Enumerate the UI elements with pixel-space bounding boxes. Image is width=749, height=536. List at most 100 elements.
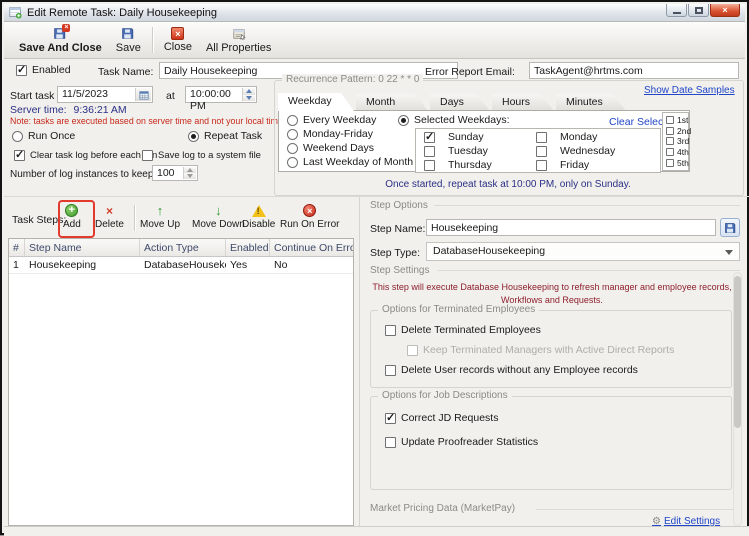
save-and-close-button[interactable]: × Save And Close	[12, 25, 109, 56]
toolbar-separator	[152, 27, 153, 53]
panel-divider	[359, 197, 360, 526]
delete-step-button[interactable]: × Delete	[95, 204, 124, 230]
checkbox-icon	[424, 132, 435, 143]
maximize-button[interactable]	[688, 4, 709, 17]
last-weekday-label: Last Weekday of Month	[303, 156, 413, 168]
down-arrow-icon	[246, 96, 252, 100]
ordinal-4th-checkbox[interactable]: 4th	[666, 147, 688, 157]
close-label: Close	[164, 41, 192, 53]
calendar-icon	[139, 90, 149, 100]
minimize-button[interactable]	[666, 4, 687, 17]
save-step-button[interactable]	[720, 218, 740, 237]
close-red-icon: ×	[171, 27, 184, 40]
checkbox-icon	[536, 160, 547, 171]
disable-step-button[interactable]: Disable	[242, 204, 275, 230]
close-button[interactable]: × Close	[157, 25, 199, 55]
run-on-error-icon: ×	[303, 204, 316, 217]
ordinal-5th-checkbox[interactable]: 5th	[666, 158, 688, 168]
cell-action-type: DatabaseHousekeepir	[140, 257, 226, 273]
header-action-type[interactable]: Action Type	[140, 239, 226, 256]
window-title: Edit Remote Task: Daily Housekeeping	[27, 7, 217, 19]
weekend-days-radio[interactable]: Weekend Days	[287, 142, 374, 154]
log-instances-input[interactable]: 100	[152, 165, 198, 181]
keep-terminated-managers-label: Keep Terminated Managers with Active Dir…	[423, 344, 674, 356]
run-on-error-button[interactable]: × Run On Error	[280, 204, 339, 230]
step-type-label: Step Type:	[370, 247, 420, 259]
ordinal-1st-checkbox[interactable]: 1st	[666, 115, 688, 125]
header-step-name[interactable]: Step Name	[25, 239, 140, 256]
start-date-input[interactable]: 11/5/2023	[57, 86, 153, 103]
weekday-sunday-checkbox[interactable]: Sunday	[424, 131, 484, 143]
main-toolbar: × Save And Close Save × Close All Proper…	[4, 22, 745, 59]
checkbox-icon	[16, 65, 27, 76]
save-log-checkbox[interactable]: Save log to a system file	[142, 150, 261, 161]
delete-icon: ×	[106, 204, 113, 218]
weekday-friday-checkbox[interactable]: Friday	[536, 159, 589, 171]
radio-icon	[287, 157, 298, 168]
all-properties-button[interactable]: All Properties	[199, 25, 278, 56]
move-up-icon: ↑	[157, 204, 164, 217]
header-enabled[interactable]: Enabled	[226, 239, 270, 256]
at-label: at	[166, 90, 175, 102]
ordinal-2nd-checkbox[interactable]: 2nd	[666, 126, 688, 136]
save-icon	[121, 27, 135, 41]
step-name-input[interactable]	[426, 219, 716, 236]
scrollbar-thumb[interactable]	[734, 276, 741, 428]
every-weekday-label: Every Weekday	[303, 114, 376, 126]
show-date-samples-link[interactable]: Show Date Samples	[644, 85, 735, 96]
clear-log-checkbox[interactable]: Clear task log before each run	[14, 150, 157, 161]
start-time-input[interactable]: 10:00:00 PM	[185, 86, 257, 103]
save-label: Save	[116, 42, 141, 54]
correct-jd-requests-checkbox[interactable]: Correct JD Requests	[385, 412, 498, 424]
monday-friday-radio[interactable]: Monday-Friday	[287, 128, 373, 140]
terminated-group-label: Options for Terminated Employees	[378, 304, 539, 315]
delete-terminated-checkbox[interactable]: Delete Terminated Employees	[385, 324, 541, 336]
save-and-close-icon: ×	[53, 27, 67, 41]
step-type-value: DatabaseHousekeeping	[433, 245, 545, 257]
table-row[interactable]: 1 Housekeeping DatabaseHousekeepir Yes N…	[9, 257, 353, 274]
weekday-tab-panel: Every Weekday Monday-Friday Weekend Days…	[278, 110, 690, 172]
move-up-button[interactable]: ↑ Move Up	[140, 204, 180, 230]
calendar-button[interactable]	[135, 88, 151, 101]
last-weekday-radio[interactable]: Last Weekday of Month	[287, 156, 413, 168]
ordinal-3rd-checkbox[interactable]: 3rd	[666, 136, 688, 146]
header-number[interactable]: #	[9, 239, 25, 256]
checkbox-icon	[142, 150, 153, 161]
header-continue-on-error[interactable]: Continue On Error	[270, 239, 353, 256]
ordinal-4th-label: 4th	[677, 147, 689, 157]
step-type-dropdown[interactable]: DatabaseHousekeeping	[426, 242, 740, 261]
save-log-label: Save log to a system file	[158, 150, 261, 161]
market-pricing-group-line	[536, 509, 740, 510]
enabled-checkbox[interactable]: Enabled	[16, 64, 71, 76]
every-weekday-radio[interactable]: Every Weekday	[287, 114, 376, 126]
weekday-wednesday-checkbox[interactable]: Wednesday	[536, 145, 615, 157]
recurrence-group-label: Recurrence Pattern: 0 22 * * 0	[282, 74, 423, 85]
weekday-thursday-checkbox[interactable]: Thursday	[424, 159, 492, 171]
error-email-input[interactable]	[529, 62, 739, 79]
run-once-radio[interactable]: Run Once	[12, 130, 75, 142]
save-button[interactable]: Save	[109, 25, 148, 56]
server-time-note: Note: tasks are executed based on server…	[10, 116, 285, 126]
step-name-label: Step Name:	[370, 223, 425, 235]
repeat-task-radio[interactable]: Repeat Task	[188, 130, 262, 142]
correct-jd-requests-label: Correct JD Requests	[401, 412, 498, 424]
jd-group-label: Options for Job Descriptions	[378, 390, 512, 401]
delete-user-records-checkbox[interactable]: Delete User records without any Employee…	[385, 364, 638, 376]
friday-label: Friday	[560, 159, 589, 171]
step-options-group-label: Step Options	[366, 200, 432, 211]
tuesday-label: Tuesday	[448, 145, 488, 157]
weekday-tuesday-checkbox[interactable]: Tuesday	[424, 145, 488, 157]
close-window-button[interactable]: ×	[710, 4, 740, 17]
server-time-value: 9:36:21 AM	[74, 104, 127, 116]
time-down-button[interactable]	[243, 95, 255, 102]
move-down-button[interactable]: ↓ Move Down	[192, 204, 245, 230]
minimize-icon	[673, 12, 681, 14]
log-down-button[interactable]	[184, 173, 196, 179]
step-settings-group-line	[438, 270, 740, 271]
tab-weekday[interactable]: Weekday	[278, 93, 354, 111]
add-step-button[interactable]: + Add	[63, 204, 81, 230]
weekday-monday-checkbox[interactable]: Monday	[536, 131, 597, 143]
selected-weekdays-radio[interactable]: Selected Weekdays:	[398, 114, 510, 126]
radio-icon	[287, 129, 298, 140]
update-proofreader-checkbox[interactable]: Update Proofreader Statistics	[385, 436, 538, 448]
